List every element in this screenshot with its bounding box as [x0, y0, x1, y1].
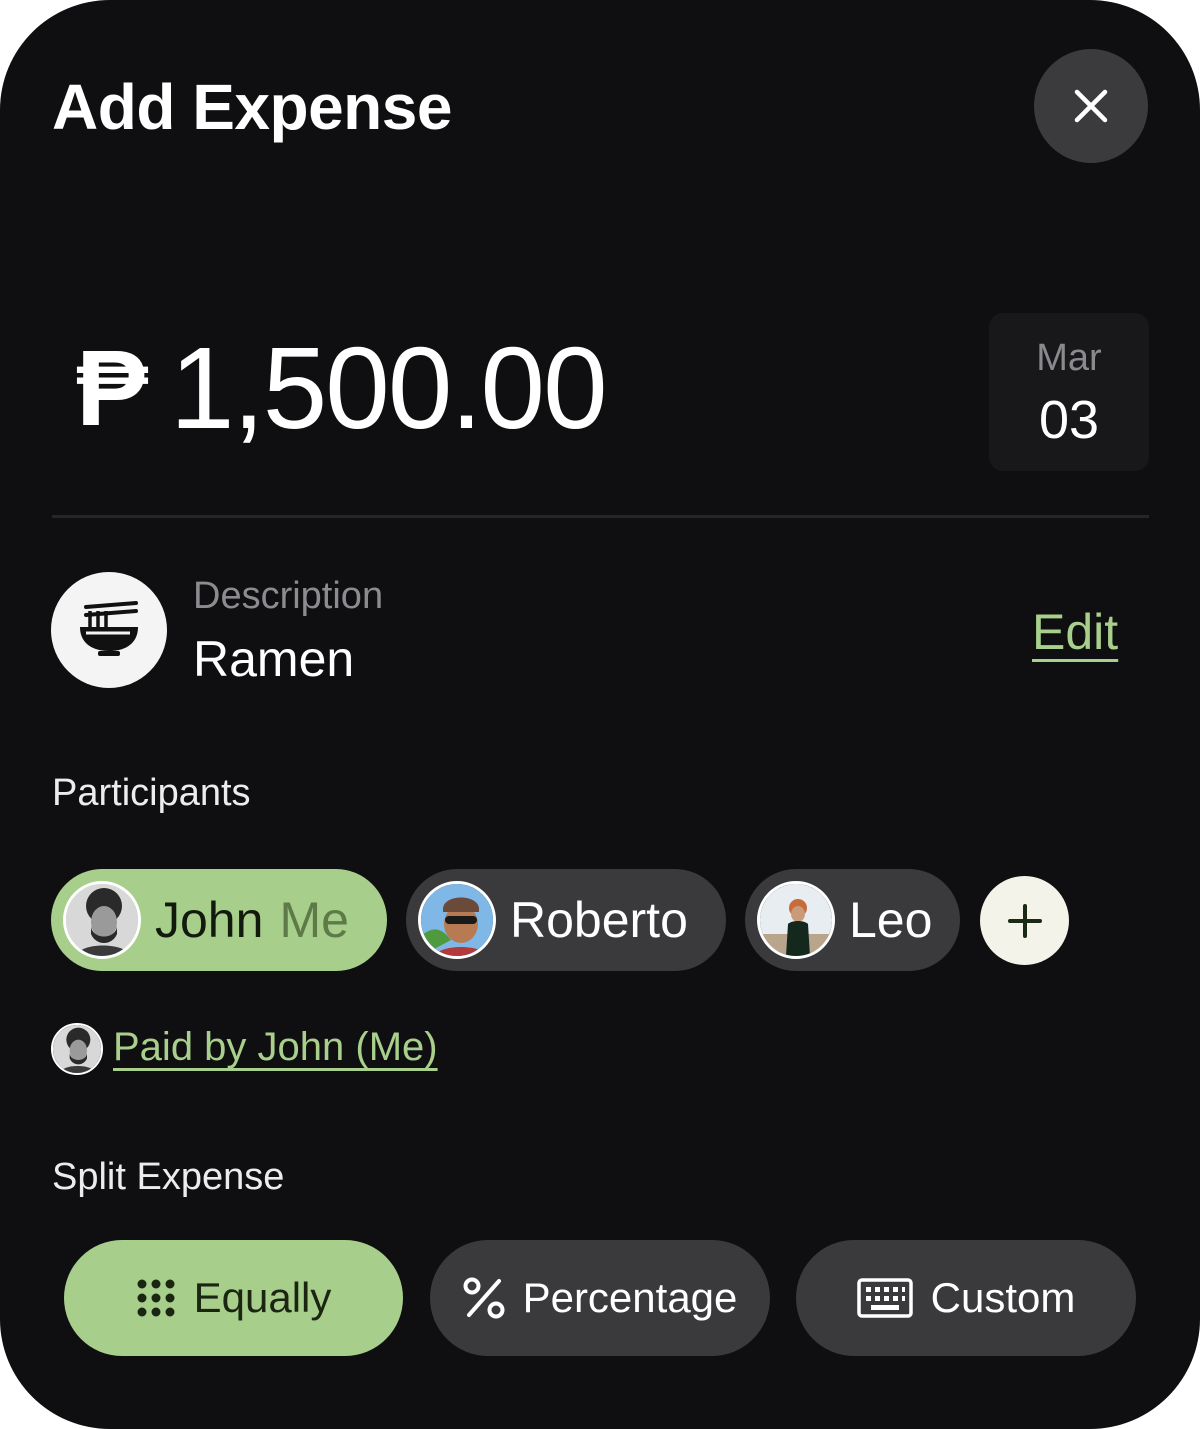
participant-name: Leo [849, 892, 933, 948]
ramen-bowl-icon [80, 601, 138, 656]
split-option-label: Percentage [522, 1274, 738, 1321]
page-title: Add Expense [52, 71, 452, 143]
edit-description-link[interactable]: Edit [1032, 603, 1118, 661]
split-custom-button[interactable]: Custom [796, 1240, 1136, 1356]
description-value: Ramen [193, 631, 355, 687]
participants-label: Participants [52, 772, 251, 814]
participant-me-tag: Me [279, 892, 349, 948]
avatar [757, 881, 835, 959]
participant-chip-roberto[interactable]: Roberto [406, 869, 726, 971]
add-expense-dialog: Add Expense ₱ 1,500.00 Mar 03 Descriptio… [0, 0, 1200, 1429]
amount-display[interactable]: ₱ 1,500.00 [76, 323, 608, 453]
split-option-label: Custom [930, 1274, 1076, 1321]
close-icon [1074, 89, 1108, 123]
avatar [418, 881, 496, 959]
payer-avatar [51, 1023, 103, 1075]
dots-grid-icon [136, 1278, 176, 1318]
split-percentage-button[interactable]: Percentage [430, 1240, 770, 1356]
close-button[interactable] [1034, 49, 1148, 163]
split-option-label: Equally [193, 1274, 332, 1321]
avatar [63, 881, 141, 959]
add-participant-button[interactable] [980, 876, 1069, 965]
currency-symbol: ₱ [76, 327, 149, 448]
date-picker[interactable]: Mar 03 [989, 313, 1149, 471]
plus-icon [1007, 903, 1042, 938]
paid-by-link[interactable]: Paid by John (Me) [113, 1025, 438, 1070]
divider [52, 515, 1149, 518]
split-equally-button[interactable]: Equally [64, 1240, 403, 1356]
amount-value: 1,500.00 [170, 323, 608, 453]
participant-name: Roberto [510, 892, 688, 948]
keyboard-icon [856, 1278, 913, 1318]
date-month: Mar [1036, 337, 1102, 379]
percent-icon [463, 1277, 505, 1319]
description-icon-badge [51, 572, 167, 688]
participant-chip-john[interactable]: John Me [51, 869, 387, 971]
participant-chip-leo[interactable]: Leo [745, 869, 960, 971]
date-day: 03 [1038, 390, 1100, 450]
split-expense-label: Split Expense [52, 1156, 285, 1198]
participant-name: John [155, 892, 264, 948]
description-label: Description [193, 575, 384, 617]
